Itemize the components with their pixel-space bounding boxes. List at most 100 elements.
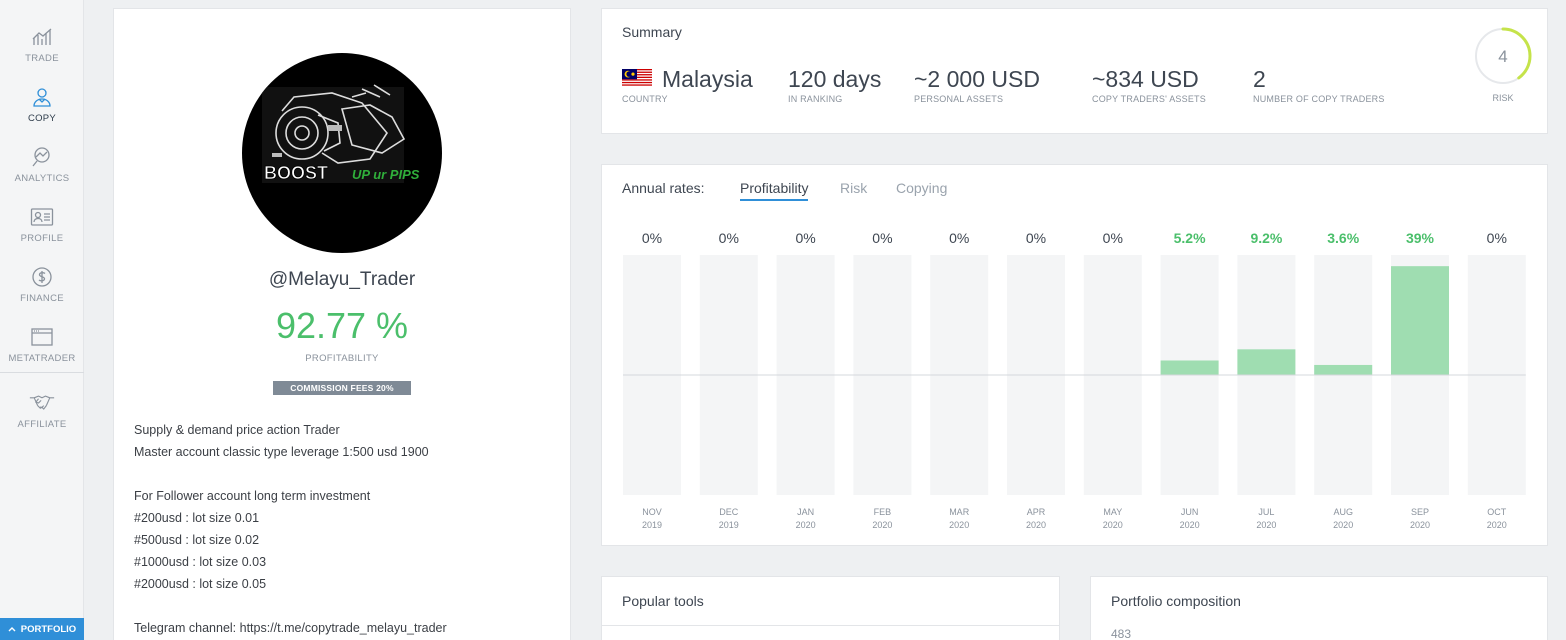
profitability-value: 92.77 % — [275, 305, 409, 346]
bar — [1314, 364, 1373, 375]
bio-line: #1000usd : lot size 0.03 — [134, 555, 267, 569]
avatar-subtext: UP ur PIPS — [352, 167, 420, 182]
copy-traders-label: NUMBER OF COPY TRADERS — [1253, 94, 1385, 104]
x-tick-month: MAY — [1103, 507, 1122, 517]
data-label: 9.2% — [1250, 230, 1282, 246]
ranking-label: IN RANKING — [788, 94, 843, 104]
risk-value: 4 — [1498, 47, 1507, 66]
x-tick-year: 2019 — [642, 520, 662, 530]
data-label: 0% — [642, 230, 662, 246]
nav-trade-label: TRADE — [25, 53, 59, 64]
x-tick-year: 2020 — [1180, 520, 1200, 530]
x-tick-year: 2020 — [1026, 520, 1046, 530]
x-tick-year: 2020 — [1103, 520, 1123, 530]
data-label: 0% — [949, 230, 969, 246]
nav-finance-label: FINANCE — [20, 293, 64, 304]
x-tick-month: APR — [1027, 507, 1046, 517]
nav-profile[interactable]: PROFILE — [0, 202, 84, 258]
nav-copy-label: COPY — [27, 113, 57, 124]
personal-assets-label: PERSONAL ASSETS — [914, 94, 1004, 104]
chart-trade-icon — [29, 24, 55, 50]
popular-tools-panel: Popular tools — [601, 576, 1060, 640]
data-label: 3.6% — [1327, 230, 1359, 246]
portfolio-composition-panel: Portfolio composition 483 — [1090, 576, 1548, 640]
nav-metatrader[interactable]: METATRADER — [0, 322, 84, 378]
nav-finance[interactable]: FINANCE — [0, 262, 84, 318]
x-tick-year: 2020 — [1410, 520, 1430, 530]
copy-traders-value: 2 — [1253, 66, 1266, 92]
nav-trade[interactable]: TRADE — [0, 22, 84, 78]
x-tick-month: NOV — [642, 507, 662, 517]
portfolio-value: 483 — [1111, 627, 1132, 640]
x-tick-year: 2020 — [1256, 520, 1276, 530]
user-copy-icon — [29, 84, 55, 110]
x-tick-year: 2020 — [796, 520, 816, 530]
x-tick-month: OCT — [1487, 507, 1507, 517]
data-label: 0% — [795, 230, 815, 246]
risk-label: RISK — [1492, 93, 1514, 103]
avatar-text: BOOST — [264, 163, 328, 183]
nav-copy[interactable]: COPY — [0, 82, 84, 138]
commission-badge: COMMISSION FEES 20% — [273, 381, 411, 395]
copy-assets-value: ~834 USD — [1092, 66, 1199, 92]
stat-personal-assets: ~2 000 USD PERSONAL ASSETS — [914, 65, 1040, 104]
data-label: 39% — [1406, 230, 1435, 246]
portfolio-button[interactable]: PORTFOLIO — [0, 618, 84, 640]
copy-assets-label: COPY TRADERS' ASSETS — [1092, 94, 1206, 104]
bio-line: #2000usd : lot size 0.05 — [134, 577, 267, 591]
data-label: 0% — [1026, 230, 1046, 246]
avatar-logo: BOOST UP ur PIPS — [262, 84, 420, 183]
x-tick-month: AUG — [1333, 507, 1353, 517]
stat-ranking: 120 days IN RANKING — [788, 65, 881, 104]
nav-affiliate-label: AFFILIATE — [17, 419, 67, 430]
annual-rates-panel: Annual rates: Profitability Risk Copying… — [601, 164, 1548, 546]
personal-assets-value: ~2 000 USD — [914, 66, 1040, 92]
avatar: BOOST UP ur PIPS — [242, 53, 442, 253]
x-tick-month: JAN — [797, 507, 814, 517]
nav-metatrader-label: METATRADER — [8, 353, 76, 364]
x-tick-month: FEB — [874, 507, 892, 517]
summary-panel: Summary Malaysia COUNTRY 120 days IN RAN… — [601, 8, 1548, 134]
bio-line: #500usd : lot size 0.02 — [134, 533, 260, 547]
data-label: 0% — [719, 230, 739, 246]
handshake-icon — [29, 390, 55, 416]
x-tick-year: 2019 — [719, 520, 739, 530]
x-tick-year: 2020 — [949, 520, 969, 530]
profitability-chart: 0% NOV 2019 0% DEC 2019 0% JAN 2020 0% FEB 2020 0% MA… — [623, 230, 1526, 530]
bio-line — [134, 595, 554, 617]
ranking-value: 120 days — [788, 66, 882, 92]
country-label: COUNTRY — [622, 94, 668, 104]
popular-tools-title: Popular tools — [622, 593, 704, 609]
x-tick-month: MAR — [949, 507, 970, 517]
stat-country: Malaysia COUNTRY — [622, 65, 753, 104]
summary-title: Summary — [622, 24, 682, 40]
bio-line: #200usd : lot size 0.01 — [134, 511, 260, 525]
nav-analytics-label: ANALYTICS — [14, 173, 70, 184]
x-tick-year: 2020 — [872, 520, 892, 530]
x-tick-month: JUL — [1258, 507, 1274, 517]
bar — [1237, 349, 1296, 375]
data-label: 0% — [1487, 230, 1507, 246]
malaysia-flag-icon — [622, 68, 652, 87]
stat-copy-assets: ~834 USD COPY TRADERS' ASSETS — [1092, 65, 1206, 104]
x-tick-month: JUN — [1181, 507, 1199, 517]
window-icon — [29, 324, 55, 350]
data-label: 0% — [872, 230, 892, 246]
bio-line: Master account classic type leverage 1:5… — [134, 445, 429, 459]
x-tick-year: 2020 — [1487, 520, 1507, 530]
bio-line: Supply & demand price action Trader — [134, 423, 340, 437]
profile-panel: BOOST UP ur PIPS @Melayu_Trader 92.77 % … — [113, 8, 571, 640]
portfolio-composition-title: Portfolio composition — [1111, 593, 1241, 609]
bio-line: For Follower account long term investmen… — [134, 489, 371, 503]
username: @Melayu_Trader — [268, 269, 416, 290]
data-label: 5.2% — [1174, 230, 1206, 246]
nav-affiliate[interactable]: AFFILIATE — [0, 388, 84, 444]
stat-copy-traders: 2 NUMBER OF COPY TRADERS — [1253, 65, 1385, 104]
bar — [1391, 266, 1449, 375]
country-value: Malaysia — [662, 66, 753, 92]
telegram-link[interactable]: Telegram channel: https://t.me/copytrade… — [134, 617, 554, 639]
nav-analytics[interactable]: ANALYTICS — [0, 142, 84, 198]
bio-line — [134, 463, 554, 485]
analytics-magnifier-icon — [29, 144, 55, 170]
bio: Supply & demand price action Trader Mast… — [134, 419, 554, 639]
